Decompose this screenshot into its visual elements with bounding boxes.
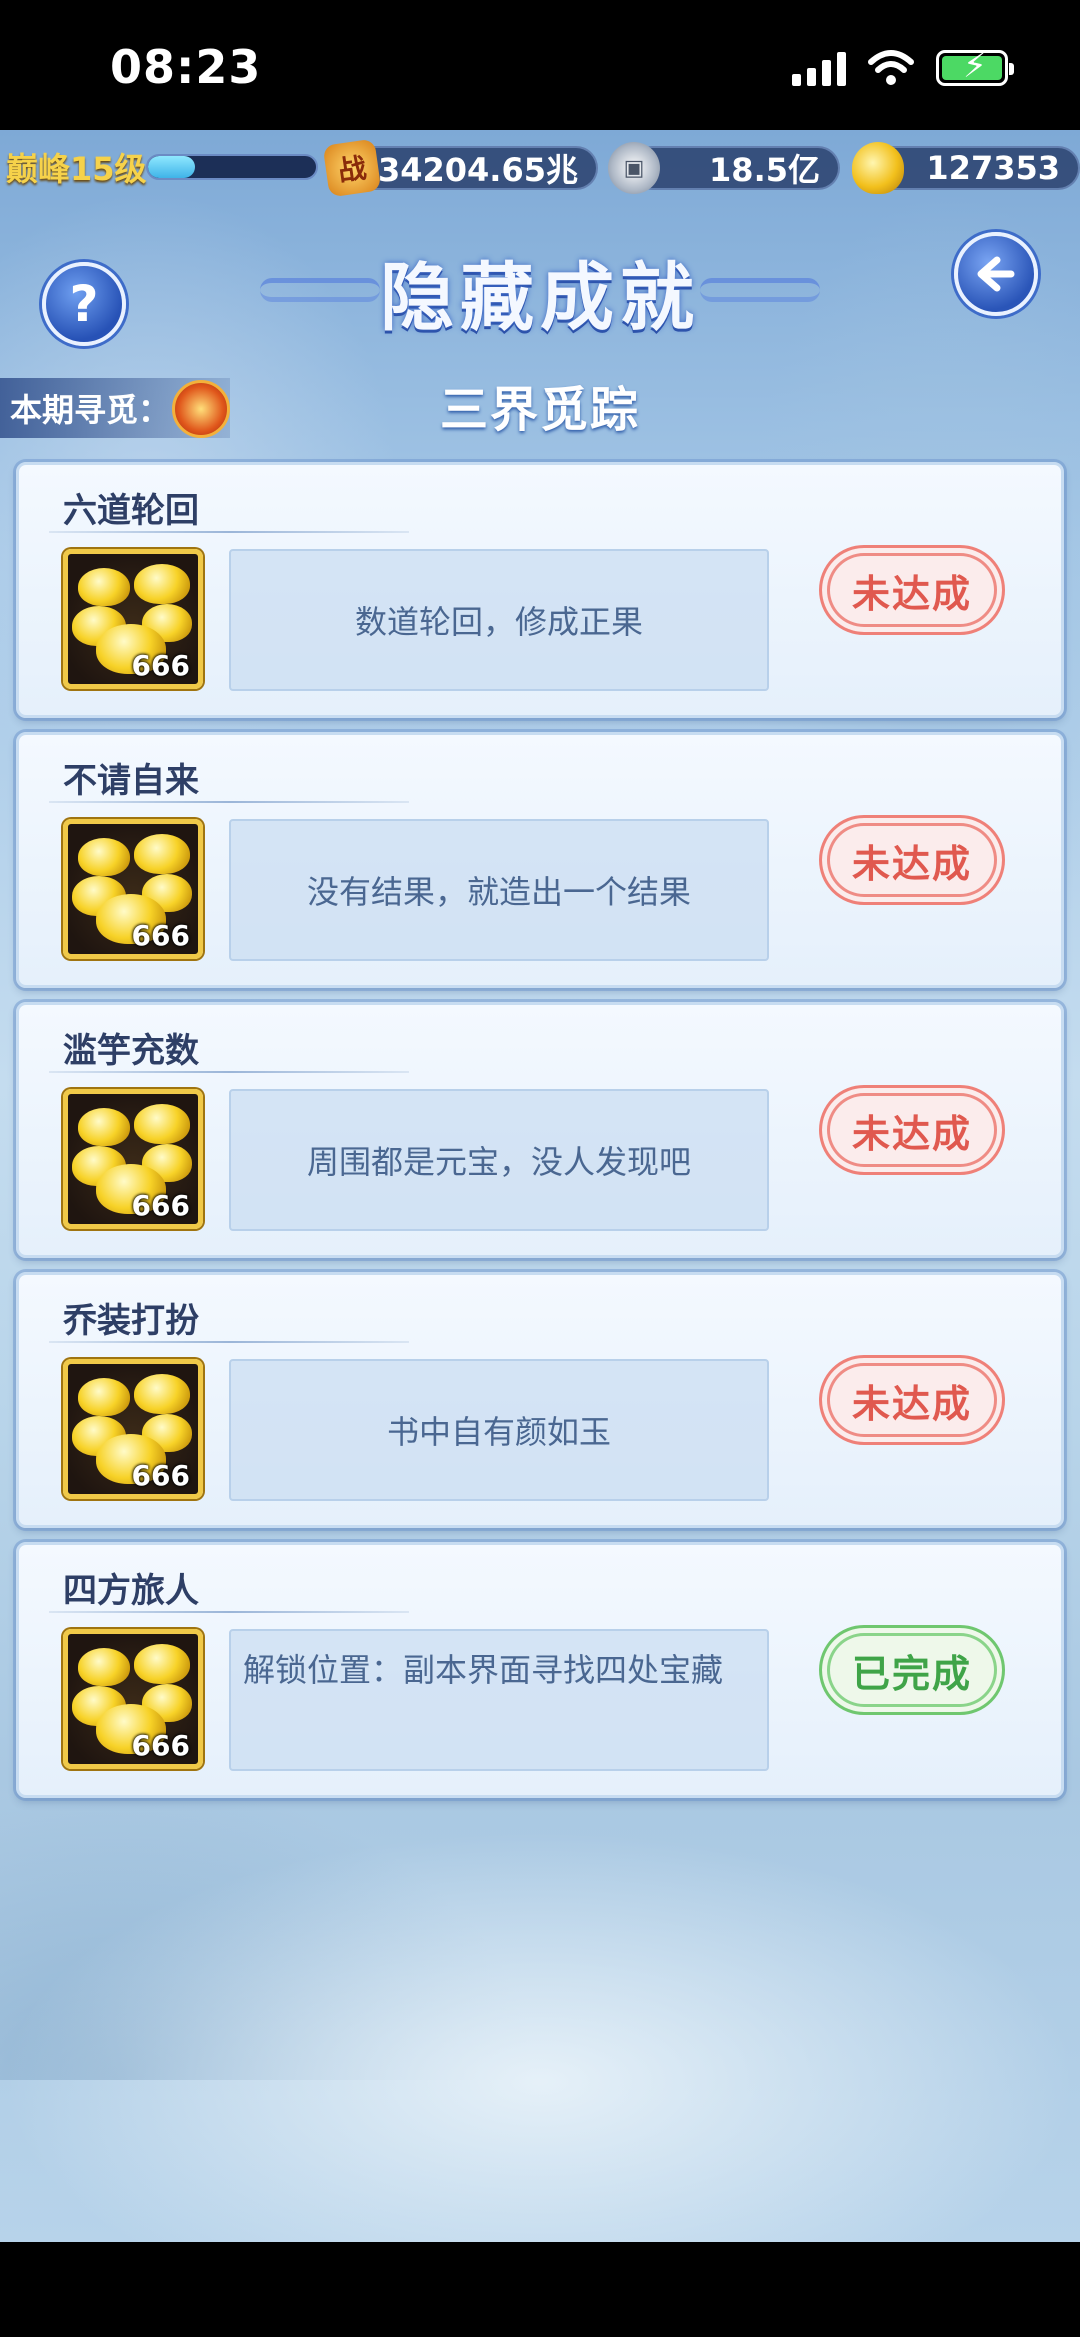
achievement-card: 滥竽充数 666 周围都是元宝，没人发现吧 未达成 — [16, 1002, 1064, 1258]
period-target-icon[interactable] — [172, 380, 230, 438]
achievement-status-badge[interactable]: 未达成 — [819, 815, 1005, 905]
gold-value: 127353 — [926, 149, 1060, 187]
reward-count: 666 — [131, 1459, 190, 1492]
peak-level: 巅峰15级 — [6, 150, 147, 188]
achievement-card: 四方旅人 666 解锁位置：副本界面寻找四处宝藏 已完成 — [16, 1542, 1064, 1798]
achievement-card: 不请自来 666 没有结果，就造出一个结果 未达成 — [16, 732, 1064, 988]
page-title: 隐藏成就 — [380, 255, 700, 341]
divider — [49, 1611, 409, 1613]
achievement-status-badge[interactable]: 已完成 — [819, 1625, 1005, 1715]
achievement-title: 六道轮回 — [63, 491, 199, 531]
divider — [49, 531, 409, 533]
silver-coin-icon: ▣ — [608, 142, 660, 194]
achievement-title: 乔装打扮 — [63, 1301, 199, 1341]
silver-value: 18.5亿 — [709, 151, 820, 189]
status-time: 08:23 — [110, 40, 262, 94]
subtitle: 三界觅踪 — [439, 382, 640, 438]
reward-ingot-icon[interactable]: 666 — [63, 1629, 203, 1769]
title-banner: 隐藏成就 — [250, 238, 830, 341]
back-button[interactable] — [954, 232, 1038, 316]
achievement-title: 不请自来 — [63, 761, 199, 801]
reward-ingot-icon[interactable]: 666 — [63, 1359, 203, 1499]
achievement-description: 没有结果，就造出一个结果 — [229, 819, 769, 961]
reward-ingot-icon[interactable]: 666 — [63, 1089, 203, 1229]
achievement-card: 六道轮回 666 数道轮回，修成正果 未达成 — [16, 462, 1064, 718]
reward-ingot-icon[interactable]: 666 — [63, 819, 203, 959]
combat-power-icon: 战 — [322, 138, 382, 198]
help-button[interactable]: ? — [42, 262, 126, 346]
divider — [49, 801, 409, 803]
reward-count: 666 — [131, 919, 190, 952]
achievement-card: 乔装打扮 666 书中自有颜如玉 未达成 — [16, 1272, 1064, 1528]
achievement-description: 解锁位置：副本界面寻找四处宝藏 — [229, 1629, 769, 1771]
status-bar: 08:23 ⚡ — [0, 0, 1080, 130]
reward-ingot-icon[interactable]: 666 — [63, 549, 203, 689]
combat-power-value: 234204.65兆 — [355, 151, 578, 189]
game-screen: 巅峰15级 234204.65兆 战 18.5亿 ▣ 127353 ? 隐藏成就… — [0, 130, 1080, 2242]
divider — [49, 1071, 409, 1073]
battery-charging-icon: ⚡ — [936, 49, 1014, 86]
silver-pill: 18.5亿 — [630, 146, 840, 190]
resource-bar: 巅峰15级 234204.65兆 战 18.5亿 ▣ 127353 — [0, 138, 1080, 198]
wifi-icon — [868, 50, 914, 85]
divider — [49, 1341, 409, 1343]
back-arrow-icon — [977, 256, 1015, 292]
achievement-description: 周围都是元宝，没人发现吧 — [229, 1089, 769, 1231]
achievement-description: 数道轮回，修成正果 — [229, 549, 769, 691]
xp-progress-bar — [146, 154, 318, 180]
achievement-title: 滥竽充数 — [63, 1031, 199, 1071]
achievement-status-badge[interactable]: 未达成 — [819, 1355, 1005, 1445]
achievement-description: 书中自有颜如玉 — [229, 1359, 769, 1501]
period-label-text: 本期寻觅： — [10, 391, 171, 429]
reward-count: 666 — [131, 1189, 190, 1222]
achievement-status-badge[interactable]: 未达成 — [819, 545, 1005, 635]
status-icons: ⚡ — [792, 49, 1014, 86]
cellular-signal-icon — [792, 50, 846, 86]
achievement-title: 四方旅人 — [63, 1571, 199, 1611]
reward-count: 666 — [131, 1729, 190, 1762]
gold-ingot-icon — [852, 142, 904, 194]
achievement-status-badge[interactable]: 未达成 — [819, 1085, 1005, 1175]
home-indicator-area — [0, 2242, 1080, 2337]
reward-count: 666 — [131, 649, 190, 682]
